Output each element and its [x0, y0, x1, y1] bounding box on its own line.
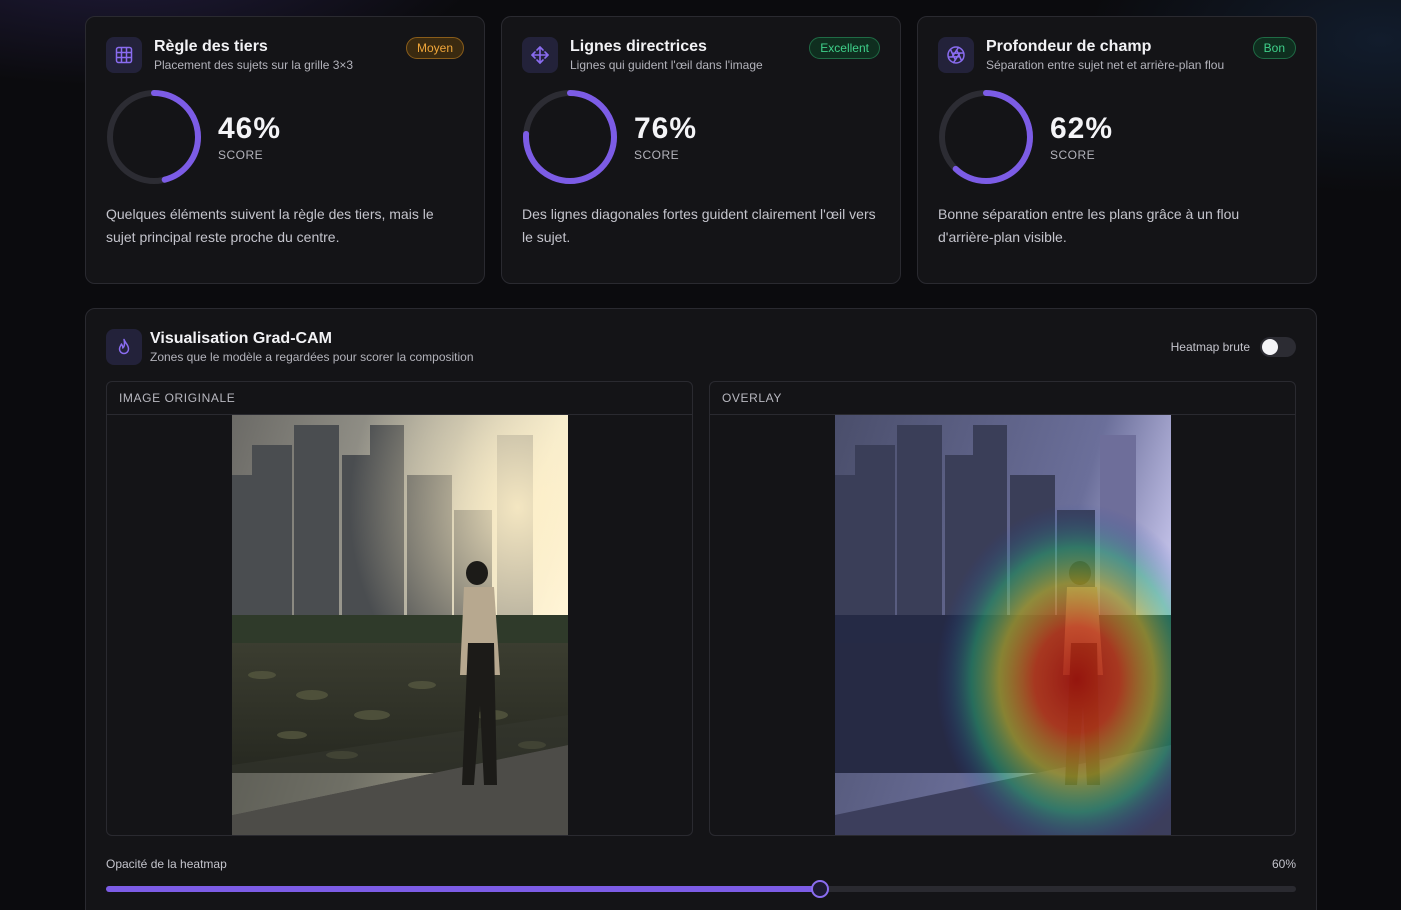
- overlay-photo: [835, 415, 1171, 835]
- score-label: SCORE: [1050, 148, 1096, 162]
- gradcam-subtitle: Zones que le modèle a regardées pour sco…: [150, 350, 474, 364]
- metric-header: Lignes directrices Lignes qui guident l'…: [522, 37, 880, 73]
- opacity-slider-value: 60%: [1271, 857, 1296, 871]
- original-photo: [232, 415, 568, 835]
- opacity-slider-label: Opacité de la heatmap: [106, 857, 227, 871]
- opacity-slider-row: Opacité de la heatmap 60%: [106, 857, 1296, 871]
- score-ring: [523, 90, 617, 184]
- gradcam-title: Visualisation Grad-CAM: [150, 330, 332, 347]
- score-ring: [107, 90, 201, 184]
- gradcam-header: Visualisation Grad-CAM Zones que le modè…: [106, 329, 1296, 365]
- metric-subtitle: Lignes qui guident l'œil dans l'image: [570, 58, 763, 72]
- metric-card-leading-lines: Lignes directrices Lignes qui guident l'…: [501, 16, 901, 284]
- score-label: SCORE: [218, 148, 264, 162]
- metric-subtitle: Placement des sujets sur la grille 3×3: [154, 58, 354, 72]
- flame-icon: [106, 329, 142, 365]
- raw-heatmap-label: Heatmap brute: [1170, 340, 1250, 354]
- opacity-slider-fill: [106, 886, 820, 892]
- metric-header: Règle des tiers Placement des sujets sur…: [106, 37, 464, 73]
- opacity-slider[interactable]: [106, 880, 1296, 898]
- grid-icon: [106, 37, 142, 73]
- score-value: 46%: [218, 112, 282, 145]
- panel-title: OVERLAY: [710, 382, 1295, 415]
- status-badge: Excellent: [809, 37, 880, 59]
- status-badge: Moyen: [405, 37, 464, 59]
- metric-description: Bonne séparation entre les plans grâce à…: [938, 206, 1240, 245]
- original-image-panel: IMAGE ORIGINALE: [106, 381, 693, 836]
- opacity-slider-thumb[interactable]: [811, 880, 829, 898]
- metric-header: Profondeur de champ Séparation entre suj…: [938, 37, 1296, 73]
- score-label: SCORE: [634, 148, 680, 162]
- metric-description: Quelques éléments suivent la règle des t…: [106, 206, 434, 245]
- raw-heatmap-toggle-group: Heatmap brute: [1171, 337, 1296, 357]
- metric-card-rule-of-thirds: Règle des tiers Placement des sujets sur…: [85, 16, 485, 284]
- metric-description: Des lignes diagonales fortes guident cla…: [522, 206, 876, 245]
- score-ring: [939, 90, 1033, 184]
- panel-title: IMAGE ORIGINALE: [107, 382, 692, 415]
- raw-heatmap-toggle[interactable]: [1260, 337, 1296, 357]
- metric-subtitle: Séparation entre sujet net et arrière-pl…: [986, 58, 1225, 72]
- metric-title: Lignes directrices: [570, 38, 707, 55]
- aperture-icon: [938, 37, 974, 73]
- move-arrows-icon: [522, 37, 558, 73]
- score-value: 62%: [1050, 112, 1114, 145]
- status-badge: Bon: [1252, 37, 1296, 59]
- toggle-knob: [1262, 339, 1278, 355]
- score-value: 76%: [634, 112, 698, 145]
- metric-title: Profondeur de champ: [986, 38, 1152, 55]
- overlay-panel: OVERLAY: [709, 381, 1296, 836]
- metric-card-depth-of-field: Profondeur de champ Séparation entre suj…: [917, 16, 1317, 284]
- gradcam-card: Visualisation Grad-CAM Zones que le modè…: [85, 308, 1317, 910]
- metric-title: Règle des tiers: [154, 38, 268, 55]
